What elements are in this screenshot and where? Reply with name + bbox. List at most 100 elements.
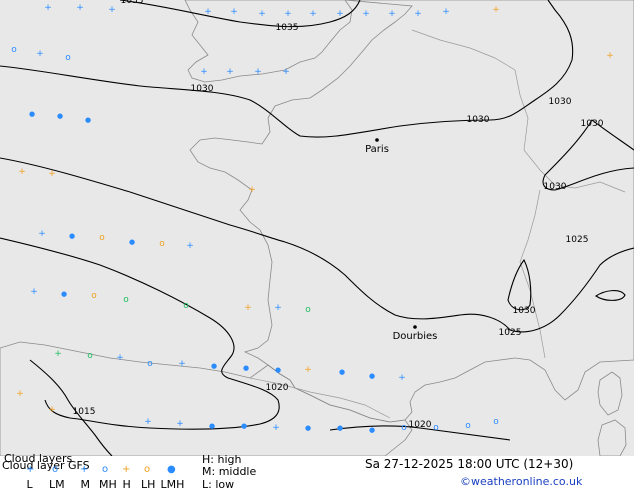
cloud-marker-icon: +	[36, 49, 44, 59]
cloud-marker-icon: +	[18, 167, 26, 177]
isobar-label: 1025	[499, 328, 522, 338]
isobar-label: 1030	[191, 84, 214, 94]
cloud-marker-icon: +	[108, 5, 116, 15]
cloud-marker-icon: +	[492, 5, 500, 15]
isobar-label: 1035	[121, 0, 144, 6]
cloud-marker-icon: ●	[305, 424, 311, 432]
cloud-marker-icon: o	[305, 305, 311, 315]
cloud-marker-icon: o	[465, 421, 471, 431]
cloud-marker-icon: +	[254, 67, 262, 77]
weather-map: 1035 1030 1030 1030 1030 1030 1025 1030 1025 1020…	[0, 0, 634, 456]
cloud-marker-icon: +	[336, 9, 344, 19]
sea	[0, 0, 634, 456]
city-dot	[375, 138, 379, 142]
legend-symbol-icon: ●	[167, 464, 176, 475]
cloud-marker-icon: +	[258, 9, 266, 19]
cloud-marker-icon: o	[91, 291, 97, 301]
cloud-marker-icon: o	[123, 295, 129, 305]
cloud-marker-icon: ●	[369, 426, 375, 434]
cloud-marker-icon: ●	[211, 362, 217, 370]
isobar-label: 1025	[566, 235, 589, 245]
cloud-marker-icon: ●	[275, 366, 281, 374]
cloud-marker-icon: +	[48, 169, 56, 179]
cloud-marker-icon: +	[200, 67, 208, 77]
cloud-marker-icon: o	[65, 53, 71, 63]
legend-datetime: Sa 27-12-2025 18:00 UTC (12+30)	[365, 457, 574, 471]
cloud-marker-icon: +	[442, 7, 450, 17]
cloud-marker-icon: o	[87, 351, 93, 361]
cloud-marker-icon: ●	[243, 364, 249, 372]
isobar-label: 1030	[581, 119, 604, 129]
cloud-marker-icon: +	[272, 423, 280, 433]
cloud-marker-icon: ●	[61, 290, 67, 298]
cloud-marker-icon: +	[76, 3, 84, 13]
cloud-marker-icon: +	[309, 9, 317, 19]
cloud-marker-icon: o	[159, 239, 165, 249]
cloud-marker-icon: +	[230, 7, 238, 17]
cloud-marker-icon: +	[54, 349, 62, 359]
legend-low: L: low	[202, 478, 235, 491]
cloud-marker-icon: o	[401, 423, 407, 433]
cloud-marker-icon: +	[388, 9, 396, 19]
cloud-marker-icon: ●	[129, 238, 135, 246]
legend-key-label: MH	[99, 478, 117, 491]
cloud-marker-icon: +	[362, 9, 370, 19]
isobar-label: 1030	[513, 306, 536, 316]
cloud-marker-icon: +	[204, 7, 212, 17]
cloud-marker-icon: +	[48, 405, 56, 415]
cloud-marker-icon: o	[183, 301, 189, 311]
cloud-marker-icon: ●	[241, 422, 247, 430]
cloud-marker-icon: ●	[369, 372, 375, 380]
legend-symbol-icon: o	[52, 464, 59, 475]
cloud-marker-icon: +	[116, 353, 124, 363]
legend-subtitle: Cloud layer GFS	[2, 459, 90, 472]
isobar-label: 1030	[544, 182, 567, 192]
legend-symbol-icon: +	[122, 464, 131, 475]
legend-symbol-icon: o	[144, 464, 151, 475]
cloud-marker-icon: o	[493, 417, 499, 427]
weatheronline-credit-link[interactable]: ©weatheronline.co.uk	[460, 476, 582, 488]
cloud-marker-icon: +	[398, 373, 406, 383]
legend-key-label: L	[26, 478, 33, 491]
isobar-label: 1035	[276, 23, 299, 33]
cloud-marker-icon: +	[176, 419, 184, 429]
legend-symbol-icon: +	[26, 464, 35, 475]
cloud-marker-icon: +	[38, 229, 46, 239]
cloud-marker-icon: ●	[85, 116, 91, 124]
legend-key-label: H	[122, 478, 131, 491]
cloud-marker-icon: +	[244, 303, 252, 313]
cloud-marker-icon: o	[99, 233, 105, 243]
cloud-marker-icon: +	[414, 9, 422, 19]
cloud-marker-icon: o	[433, 423, 439, 433]
cloud-marker-icon: +	[178, 359, 186, 369]
cloud-marker-icon: o	[11, 45, 17, 55]
isobar-label: 1020	[266, 383, 289, 393]
cloud-marker-icon: +	[606, 51, 614, 61]
cloud-marker-icon: +	[186, 241, 194, 251]
cloud-marker-icon: +	[44, 3, 52, 13]
cloud-marker-icon: ●	[69, 232, 75, 240]
cloud-marker-icon: +	[284, 9, 292, 19]
cloud-marker-icon: ●	[339, 368, 345, 376]
city-label: Dourbies	[393, 331, 438, 342]
cloud-marker-icon: ●	[337, 424, 343, 432]
legend-key-label: M	[80, 478, 91, 491]
legend-bar: Cloud layers Cloud layer GFS + o + o + o ● L LM…	[0, 453, 634, 491]
cloud-marker-icon: +	[282, 67, 290, 77]
isobar-label: 1030	[467, 115, 490, 125]
legend-key-label: LM	[49, 478, 65, 491]
legend-symbol-icon: o	[102, 464, 109, 475]
city-label: Paris	[365, 144, 389, 155]
legend-middle: M: middle	[202, 465, 257, 478]
isobar-label: 1015	[73, 407, 96, 417]
cloud-marker-icon: ●	[57, 112, 63, 120]
cloud-marker-icon: +	[226, 67, 234, 77]
cloud-marker-icon: +	[16, 389, 24, 399]
cloud-marker-icon: +	[274, 303, 282, 313]
cloud-marker-icon: +	[30, 287, 38, 297]
cloud-marker-icon: o	[147, 359, 153, 369]
map-canvas: 1035 1030 1030 1030 1030 1030 1025 1030 1025 1020…	[0, 0, 634, 456]
legend-key-label: LH	[141, 478, 156, 491]
city-dot	[413, 325, 417, 329]
legend-symbol-icon: +	[80, 464, 89, 475]
